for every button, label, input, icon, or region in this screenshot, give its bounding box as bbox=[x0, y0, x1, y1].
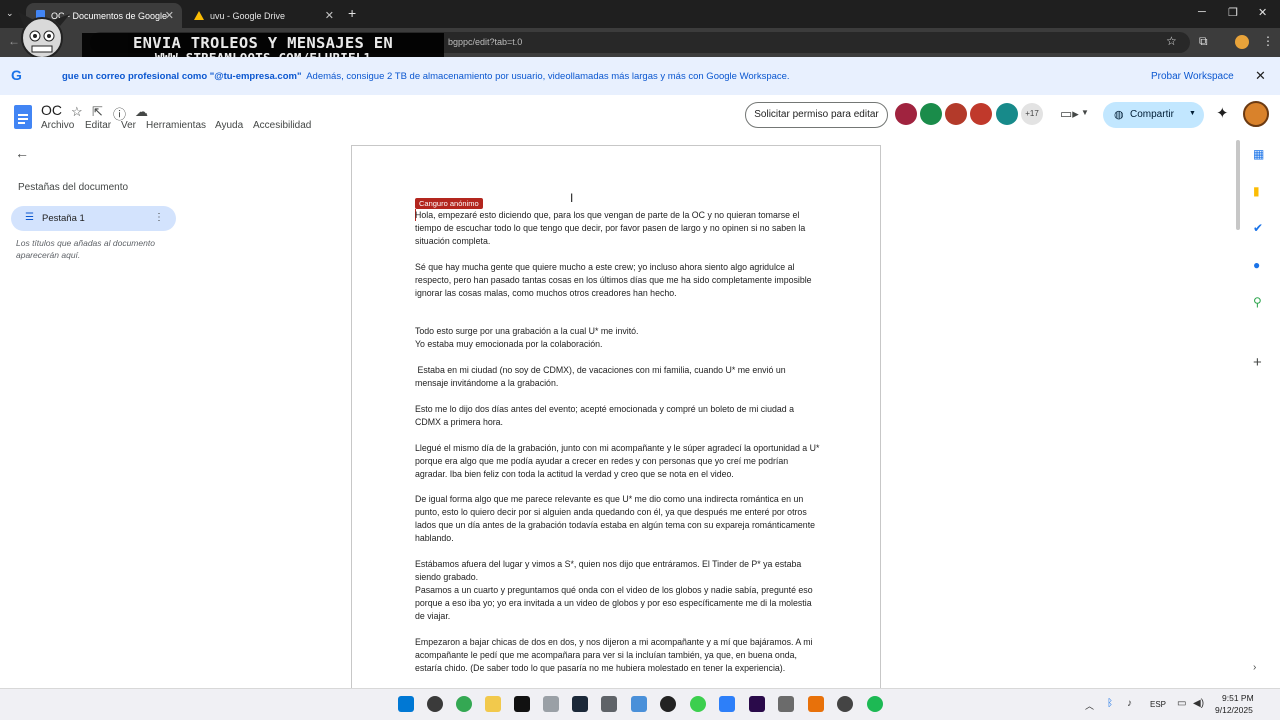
doc-paragraph[interactable]: Estaba en mi ciudad (no soy de CDMX), de… bbox=[415, 364, 820, 390]
profile-avatar[interactable] bbox=[1235, 35, 1249, 49]
drive-favicon-icon bbox=[194, 11, 204, 20]
collaborator-avatar[interactable] bbox=[945, 103, 967, 125]
language-indicator[interactable]: ESP bbox=[1150, 700, 1166, 709]
share-label: Compartir bbox=[1130, 109, 1174, 120]
window-close-icon[interactable]: ✕ bbox=[1258, 6, 1267, 19]
banner-text-rest: Además, consigue 2 TB de almacenamiento … bbox=[306, 71, 790, 82]
menu-archivo[interactable]: Archivo bbox=[41, 120, 74, 131]
network-icon[interactable]: ▭ bbox=[1177, 698, 1186, 709]
sidebar-tab-label: Pestaña 1 bbox=[42, 213, 85, 224]
clock-date[interactable]: 9/12/2025 bbox=[1215, 705, 1253, 715]
doc-paragraph[interactable]: Todo esto surge por una grabación a la c… bbox=[415, 325, 820, 338]
maps-icon[interactable]: ⚲ bbox=[1253, 295, 1262, 309]
collaborator-avatar[interactable] bbox=[895, 103, 917, 125]
sidebar-tab-pestana-1[interactable]: ☰ Pestaña 1 ⋮ bbox=[11, 206, 176, 231]
globe-icon: ◍ bbox=[1114, 109, 1124, 121]
document-title[interactable]: OC bbox=[41, 102, 62, 118]
share-button[interactable]: ◍ Compartir ▼ bbox=[1103, 102, 1204, 128]
mouse-ibeam-icon: I bbox=[570, 191, 574, 205]
app-icon[interactable] bbox=[543, 696, 559, 712]
doc-paragraph[interactable]: Empezaron a bajar chicas de dos en dos, … bbox=[415, 636, 820, 687]
google-g-icon: G bbox=[11, 67, 22, 83]
anonymous-cursor-label: Canguro anónimo bbox=[415, 198, 483, 209]
maximize-icon[interactable]: ❐ bbox=[1228, 6, 1238, 19]
tab-drive-label: uvu - Google Drive bbox=[210, 10, 286, 21]
doc-paragraph[interactable]: Sé que hay mucha gente que quiere mucho … bbox=[415, 261, 820, 300]
try-workspace-link[interactable]: Probar Workspace bbox=[1151, 71, 1234, 82]
minimize-icon[interactable]: ─ bbox=[1198, 6, 1206, 18]
banner-close-icon[interactable]: ✕ bbox=[1255, 68, 1266, 84]
spotify-icon[interactable] bbox=[867, 696, 883, 712]
collaborator-avatar[interactable] bbox=[996, 103, 1018, 125]
share-dropdown-icon[interactable]: ▼ bbox=[1189, 110, 1196, 117]
calculator-icon[interactable] bbox=[601, 696, 617, 712]
sidebar-title: Pestañas del documento bbox=[18, 182, 129, 193]
add-addon-icon[interactable]: + bbox=[1253, 354, 1262, 371]
account-avatar[interactable] bbox=[1243, 101, 1269, 127]
collaborator-avatar[interactable] bbox=[970, 103, 992, 125]
move-folder-icon[interactable]: ⇱ bbox=[92, 104, 103, 120]
steam-icon[interactable] bbox=[572, 696, 588, 712]
banner-text-bold: gue un correo profesional como "@tu-empr… bbox=[62, 71, 302, 82]
app-icon[interactable] bbox=[690, 696, 706, 712]
premiere-icon[interactable] bbox=[749, 696, 765, 712]
chevron-down-icon[interactable]: ▼ bbox=[1081, 108, 1089, 117]
tray-chevron-icon[interactable]: ︿ bbox=[1085, 699, 1094, 712]
doc-paragraph[interactable]: Llegué el mismo día de la grabación, jun… bbox=[415, 442, 820, 481]
app-icon[interactable] bbox=[514, 696, 530, 712]
vertical-scrollbar[interactable] bbox=[1236, 140, 1240, 230]
windows-start-icon[interactable] bbox=[398, 696, 414, 712]
extensions-icon[interactable]: ⧉ bbox=[1199, 34, 1208, 49]
calendar-icon[interactable]: ▦ bbox=[1253, 147, 1264, 161]
menu-ayuda[interactable]: Ayuda bbox=[215, 120, 243, 131]
sidebar-hint: Los títulos que añadas al documento apar… bbox=[16, 238, 155, 260]
meet-video-icon[interactable]: ▭▸ bbox=[1060, 106, 1079, 122]
document-tab-icon: ☰ bbox=[25, 212, 34, 223]
gemini-sparkle-icon[interactable]: ✦ bbox=[1216, 104, 1229, 122]
chrome-icon[interactable] bbox=[456, 696, 472, 712]
more-collaborators-badge[interactable]: +17 bbox=[1021, 103, 1043, 125]
menu-accesibilidad[interactable]: Accesibilidad bbox=[253, 120, 311, 131]
cloud-status-icon[interactable]: ☁ bbox=[135, 104, 148, 120]
app-icon[interactable] bbox=[778, 696, 794, 712]
notepad-icon[interactable] bbox=[719, 696, 735, 712]
contacts-icon[interactable]: ● bbox=[1253, 258, 1260, 272]
file-explorer-icon[interactable] bbox=[485, 696, 501, 712]
url-text: bgppc/edit?tab=t.0 bbox=[448, 37, 523, 47]
app-icon[interactable] bbox=[427, 696, 443, 712]
close-outline-arrow-icon[interactable]: ← bbox=[15, 145, 29, 161]
menu-herramientas[interactable]: Herramientas bbox=[146, 120, 206, 131]
request-edit-button[interactable]: Solicitar permiso para editar bbox=[745, 102, 888, 128]
banner-text: gue un correo profesional como "@tu-empr… bbox=[62, 71, 790, 82]
doc-paragraph[interactable]: Pasamos a un cuarto y preguntamos qué on… bbox=[415, 584, 820, 623]
docs-logo-icon[interactable] bbox=[14, 105, 32, 129]
bookmark-star-icon[interactable]: ☆ bbox=[1166, 34, 1177, 48]
photos-icon[interactable] bbox=[631, 696, 647, 712]
expand-panel-icon[interactable]: › bbox=[1253, 662, 1256, 673]
tab-options-icon[interactable]: ⋮ bbox=[154, 212, 164, 223]
app-icon[interactable] bbox=[660, 696, 676, 712]
bluetooth-icon[interactable]: ᛒ bbox=[1107, 698, 1113, 709]
tab-drive[interactable]: uvu - Google Drive ✕ bbox=[184, 3, 342, 28]
menu-editar[interactable]: Editar bbox=[85, 120, 111, 131]
menu-ver[interactable]: Ver bbox=[121, 120, 136, 131]
star-icon[interactable]: ☆ bbox=[71, 104, 83, 120]
browser-menu-icon[interactable]: ⋮ bbox=[1262, 34, 1274, 48]
keep-icon[interactable]: ▮ bbox=[1253, 184, 1260, 198]
doc-paragraph[interactable]: Hola, empezaré esto diciendo que, para l… bbox=[415, 209, 820, 248]
new-tab-button[interactable]: + bbox=[348, 5, 356, 21]
tasks-icon[interactable]: ✔ bbox=[1253, 221, 1263, 235]
clock-time[interactable]: 9:51 PM bbox=[1222, 693, 1254, 703]
app-icon[interactable] bbox=[808, 696, 824, 712]
doc-paragraph[interactable]: Estábamos afuera del lugar y vimos a S*,… bbox=[415, 558, 820, 584]
doc-paragraph[interactable]: Esto me lo dijo dos días antes del event… bbox=[415, 403, 820, 429]
doc-paragraph[interactable]: Yo estaba muy emocionada por la colabora… bbox=[415, 338, 820, 351]
media-player-icon[interactable] bbox=[837, 696, 853, 712]
collaborator-avatar[interactable] bbox=[920, 103, 942, 125]
doc-paragraph[interactable]: De igual forma algo que me parece releva… bbox=[415, 493, 820, 545]
close-tab-icon[interactable]: ✕ bbox=[325, 9, 334, 22]
close-tab-icon[interactable]: ✕ bbox=[165, 9, 174, 22]
volume-icon[interactable]: ◀) bbox=[1193, 698, 1204, 709]
microphone-icon[interactable]: ♪ bbox=[1127, 698, 1132, 709]
